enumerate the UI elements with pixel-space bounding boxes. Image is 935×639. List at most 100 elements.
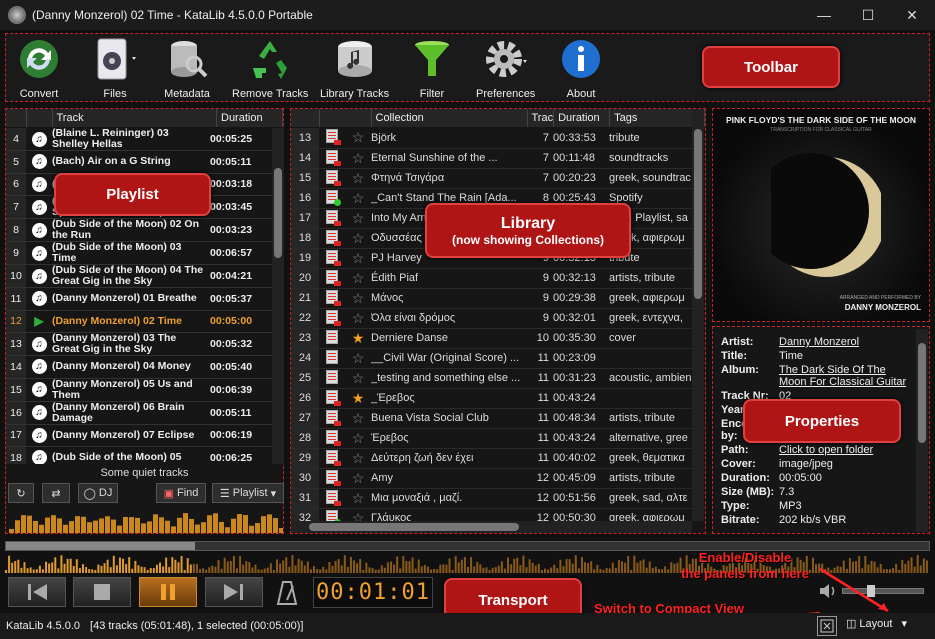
- playlist-row[interactable]: 13 ♫ (Danny Monzerol) 03 The Great Gig in …: [6, 332, 272, 356]
- library-row[interactable]: 32 ☆ Γλάυκος 12 00:50:30 greek, αφιερωμ: [291, 508, 692, 521]
- library-hscrollbar[interactable]: [291, 521, 692, 533]
- playlist-row[interactable]: 4 ♫ (Blaine L. Reininger) 03 Shelley Hella…: [6, 128, 272, 151]
- duration-column-header[interactable]: Duration: [216, 109, 283, 127]
- favorite-star-icon[interactable]: ☆: [352, 510, 365, 522]
- playlist-menu-button[interactable]: ☰ Playlist ▾: [212, 483, 284, 503]
- cover-credit: ARRANGED AND PERFORMED BY: [839, 295, 921, 301]
- favorite-star-icon[interactable]: ☆: [352, 170, 365, 186]
- collection-icon: [326, 249, 341, 266]
- favorite-star-icon[interactable]: ☆: [352, 190, 365, 206]
- library-row[interactable]: 15 ☆ Φτηνά Τσιγάρα 7 00:20:23 greek, soundtra…: [291, 168, 692, 189]
- library-row[interactable]: 13 ☆ Björk 7 00:33:53 tribute: [291, 128, 692, 149]
- tags-column-header[interactable]: Tags: [609, 109, 705, 127]
- favorite-star-icon[interactable]: ☆: [352, 290, 365, 306]
- library-row[interactable]: 20 ☆ Édith Piaf 9 00:32:13 artists, tribute: [291, 268, 692, 289]
- favorite-star-icon[interactable]: ☆: [352, 150, 365, 166]
- waveform-bar: [547, 569, 550, 573]
- minimize-button[interactable]: —: [802, 0, 846, 30]
- collection-name: _testing and something else ...: [371, 368, 527, 389]
- metronome-button[interactable]: [276, 580, 298, 609]
- playlist-row[interactable]: 11 ♫ (Danny Monzerol) 01 Breathe 00:05:37: [6, 287, 272, 311]
- playlist-row[interactable]: 8 ♫ (Dub Side of the Moon) 02 On the Run 00…: [6, 218, 272, 242]
- library-row[interactable]: 28 ☆ Έρεβος 11 00:43:24 alternative, gree: [291, 428, 692, 449]
- waveform-bar: [562, 566, 565, 573]
- playlist-row[interactable]: 14 ♫ (Danny Monzerol) 04 Money 00:05:40: [6, 355, 272, 379]
- preferences-button[interactable]: Preferences: [476, 36, 535, 100]
- layout-button[interactable]: ◫ Layout ▾: [846, 617, 907, 631]
- playlist-row[interactable]: 15 ♫ (Danny Monzerol) 05 Us and Them 00:06:…: [6, 378, 272, 402]
- stop-button[interactable]: [73, 577, 131, 607]
- playlist-row[interactable]: 9 ♫ (Dub Side of the Moon) 03 Time 00:06:57: [6, 241, 272, 265]
- files-button[interactable]: Files: [92, 36, 138, 100]
- property-link[interactable]: Click to open folder: [779, 444, 873, 456]
- remove-tracks-button[interactable]: Remove Tracks: [232, 36, 308, 100]
- spectrum-bar: [249, 525, 254, 533]
- track-title: (Dub Side of the Moon) 04 The Great Gig …: [52, 264, 206, 288]
- favorite-star-icon[interactable]: ★: [352, 390, 365, 406]
- playlist-scrollbar[interactable]: [272, 128, 284, 464]
- playlist-row[interactable]: 18 ♫ (Dub Side of the Moon) 05 00:06:25: [6, 446, 272, 464]
- metadata-button[interactable]: Metadata: [164, 36, 210, 100]
- library-row[interactable]: 30 ☆ Amy 12 00:45:09 artists, tribute: [291, 468, 692, 489]
- library-row[interactable]: 21 ☆ Μάνος 9 00:29:38 greek, αφιερωμ: [291, 288, 692, 309]
- playlist-row[interactable]: 17 ♫ (Danny Monzerol) 07 Eclipse 00:06:19: [6, 424, 272, 447]
- library-row[interactable]: 31 ☆ Μια μοναξιά , μαζί. 12 00:51:56 greek, s…: [291, 488, 692, 509]
- playlist-row[interactable]: 16 ♫ (Danny Monzerol) 06 Brain Damage 00:05…: [6, 401, 272, 425]
- library-tracks-button[interactable]: Library Tracks: [320, 36, 389, 100]
- playlist-row[interactable]: 12 ▶ (Danny Monzerol) 02 Time 00:05:00: [6, 310, 272, 333]
- playlist-row[interactable]: 5 ♫ (Bach) Air on a G String 00:05:11: [6, 150, 272, 174]
- favorite-star-icon[interactable]: ☆: [352, 129, 365, 145]
- dj-button[interactable]: ◯ DJ: [78, 483, 118, 503]
- property-link[interactable]: The Dark Side Of The Moon For Classical …: [779, 364, 906, 388]
- music-note-icon: ♫: [31, 405, 47, 420]
- duration-column-header[interactable]: Duration: [553, 109, 611, 127]
- favorite-star-icon[interactable]: ☆: [352, 370, 365, 386]
- library-row[interactable]: 29 ☆ Δεύτερη ζωή δεν έχει 11 00:40:02 greek, …: [291, 448, 692, 469]
- next-button[interactable]: [205, 577, 263, 607]
- library-scrollbar[interactable]: [692, 109, 704, 521]
- library-row[interactable]: 27 ☆ Buena Vista Social Club 11 00:48:34 arti…: [291, 408, 692, 429]
- favorite-star-icon[interactable]: ★: [352, 330, 365, 346]
- favorite-star-icon[interactable]: ☆: [352, 410, 365, 426]
- tracks-column-header[interactable]: Trac: [527, 109, 555, 127]
- filter-button[interactable]: Filter: [409, 36, 455, 100]
- collection-name: Έρεβος: [371, 428, 527, 449]
- favorite-star-icon[interactable]: ☆: [352, 490, 365, 506]
- maximize-button[interactable]: ☐: [846, 0, 890, 30]
- property-link[interactable]: Danny Monzerol: [779, 336, 859, 348]
- library-row[interactable]: 14 ☆ Eternal Sunshine of the ... 7 00:11:48 s…: [291, 148, 692, 169]
- find-button[interactable]: ▣ Find: [156, 483, 206, 503]
- library-row[interactable]: 23 ★ Derniere Danse 10 00:35:30 cover: [291, 328, 692, 349]
- waveform-bar: [149, 567, 152, 573]
- repeat-button[interactable]: ↻: [8, 483, 34, 503]
- close-button[interactable]: ✕: [890, 0, 934, 30]
- favorite-star-icon[interactable]: ☆: [352, 470, 365, 486]
- waveform-bar: [642, 559, 645, 573]
- compact-view-button[interactable]: [817, 616, 837, 636]
- about-button[interactable]: About: [558, 36, 604, 100]
- waveform-bar: [479, 564, 482, 573]
- waveform-bar: [115, 565, 118, 573]
- library-row[interactable]: 26 ★ _Έρεβος 11 00:43:24: [291, 388, 692, 409]
- favorite-star-icon[interactable]: ☆: [352, 350, 365, 366]
- spectrum-bar: [33, 520, 38, 533]
- waveform-bar: [134, 560, 137, 573]
- track-column-header[interactable]: Track: [52, 109, 217, 127]
- pause-button[interactable]: [139, 577, 197, 607]
- favorite-star-icon[interactable]: ☆: [352, 250, 365, 266]
- convert-button[interactable]: Convert: [16, 36, 62, 100]
- favorite-star-icon[interactable]: ☆: [352, 450, 365, 466]
- favorite-star-icon[interactable]: ☆: [352, 310, 365, 326]
- properties-scrollbar[interactable]: [916, 329, 928, 532]
- playlist-row[interactable]: 10 ♫ (Dub Side of the Moon) 04 The Great G…: [6, 264, 272, 288]
- previous-button[interactable]: [8, 577, 66, 607]
- shuffle-button[interactable]: ⇄: [42, 483, 70, 503]
- favorite-star-icon[interactable]: ☆: [352, 270, 365, 286]
- library-row[interactable]: 24 ☆ __Civil War (Original Score) ... 11 00:…: [291, 348, 692, 369]
- favorite-star-icon[interactable]: ☆: [352, 210, 365, 226]
- favorite-star-icon[interactable]: ☆: [352, 430, 365, 446]
- library-row[interactable]: 25 ☆ _testing and something else ... 11 00:3…: [291, 368, 692, 389]
- library-row[interactable]: 22 ☆ Όλα είναι δρόμος 9 00:32:01 greek, εντεχ…: [291, 308, 692, 329]
- collection-column-header[interactable]: Collection: [371, 109, 528, 127]
- favorite-star-icon[interactable]: ☆: [352, 230, 365, 246]
